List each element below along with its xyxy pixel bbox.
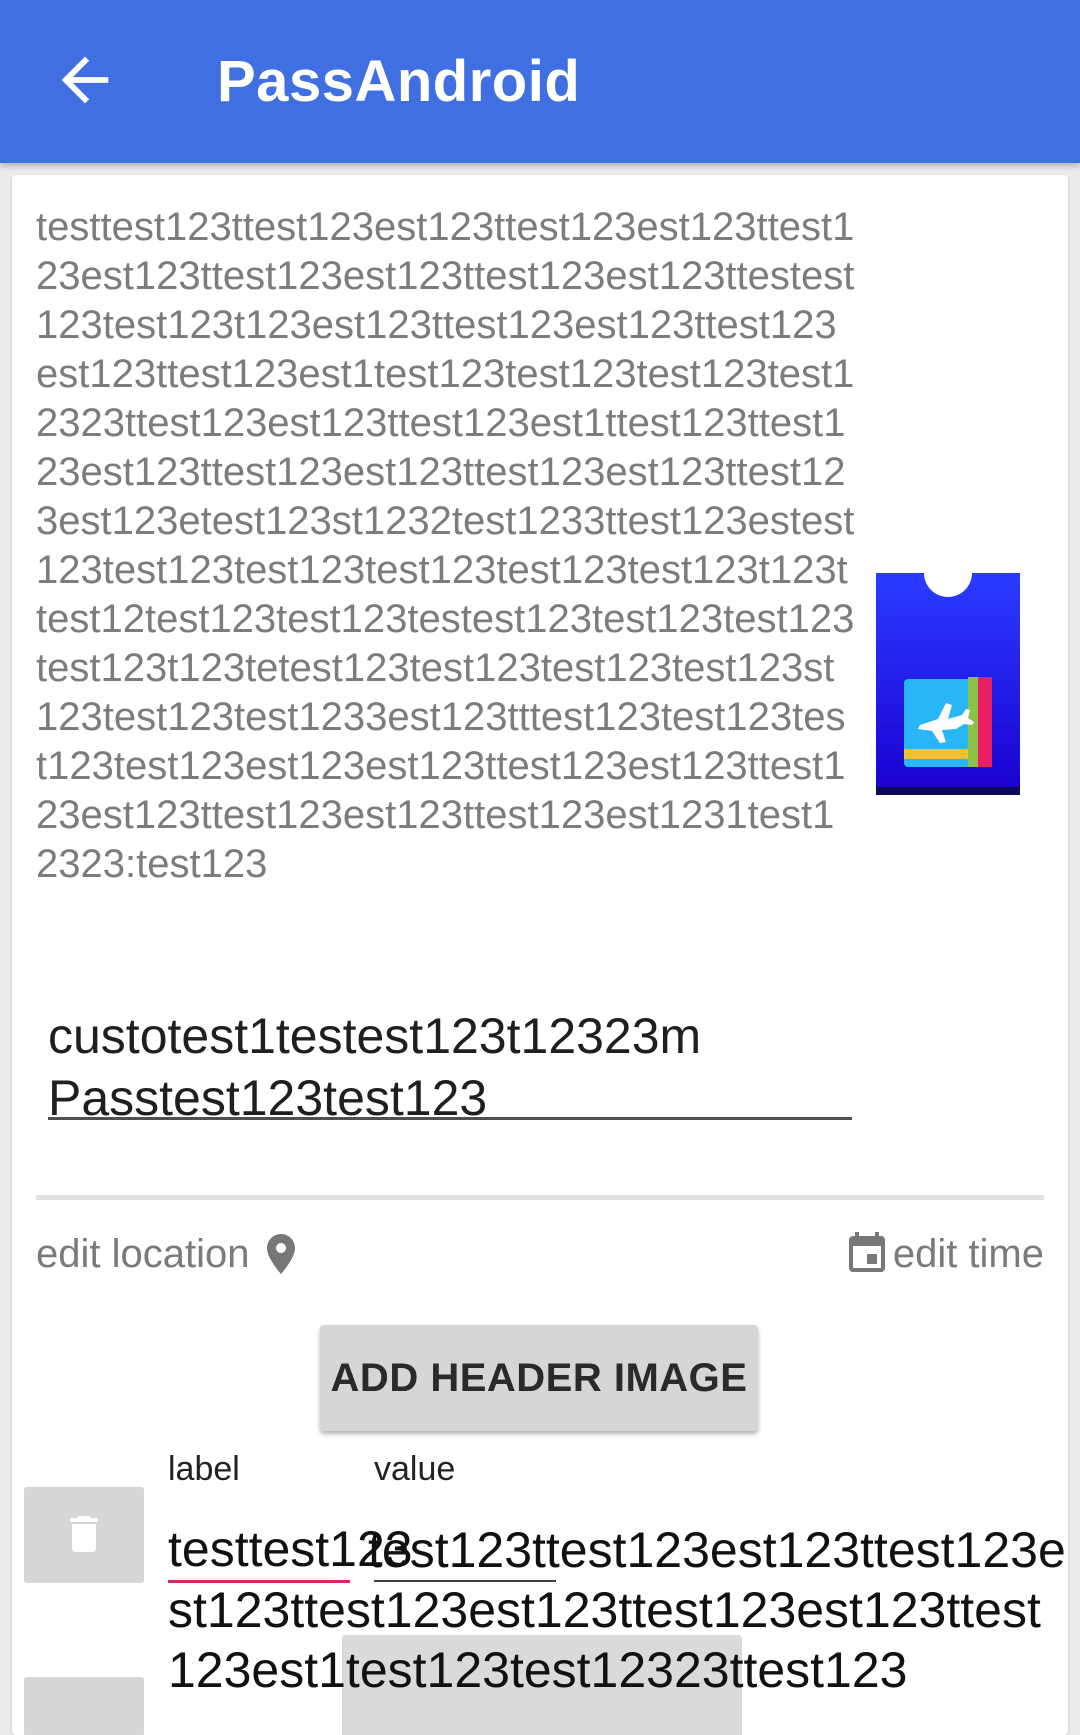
field-label-input[interactable]: testtest123 (168, 1520, 413, 1583)
arrow-left-icon (61, 56, 109, 104)
add-header-image-button[interactable]: ADD HEADER IMAGE (320, 1325, 758, 1431)
edit-location-label: edit location (36, 1231, 250, 1276)
pass-icon-button[interactable] (876, 549, 1020, 795)
app-title: PassAndroid (217, 49, 581, 114)
field-value-header: value (374, 1450, 456, 1488)
map-pin-icon (267, 1234, 296, 1274)
edit-time-button[interactable]: edit time (843, 1230, 1044, 1278)
divider (36, 1195, 1044, 1200)
field-label-header: label (168, 1450, 240, 1488)
boarding-pass-icon (876, 549, 1020, 795)
pass-long-text[interactable]: testtest123ttest123est123ttest123est123t… (36, 203, 856, 889)
pass-edit-card: testtest123ttest123est123ttest123est123t… (12, 175, 1068, 1735)
overlapping-button[interactable] (342, 1635, 742, 1735)
field-value-input[interactable] (374, 1520, 556, 1582)
delete-field-button[interactable] (24, 1677, 144, 1735)
trash-icon (70, 1515, 98, 1552)
pass-description-input[interactable] (48, 1005, 852, 1120)
edit-location-button[interactable]: edit location (36, 1230, 305, 1278)
edit-time-label: edit time (892, 1231, 1044, 1276)
calendar-icon (848, 1232, 885, 1272)
app-bar: PassAndroid (0, 0, 1080, 163)
back-button[interactable] (50, 45, 120, 115)
delete-field-button[interactable] (24, 1487, 144, 1583)
